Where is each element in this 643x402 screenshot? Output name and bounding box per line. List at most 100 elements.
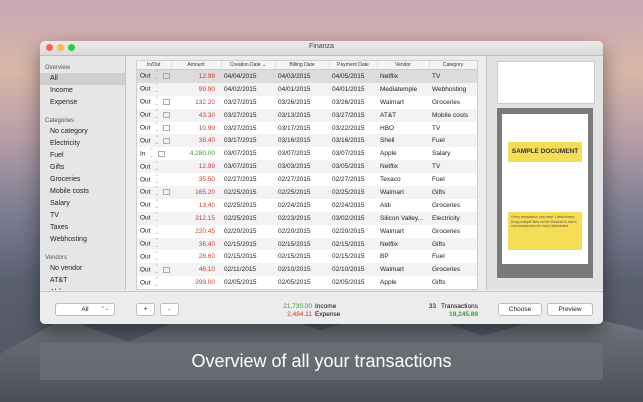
choose-button[interactable]: Choose xyxy=(498,303,542,316)
cell-amount[interactable]: 13.40 xyxy=(171,199,221,212)
cell-payment[interactable]: 02/15/2015 xyxy=(329,237,377,251)
cell-billing[interactable]: 02/27/2015 xyxy=(275,173,329,186)
direction-stepper-icon[interactable]: ⌃ ⌄ xyxy=(154,84,158,94)
cell-vendor[interactable]: Netflix xyxy=(377,237,429,251)
cell-vendor[interactable]: Silicon Valley... xyxy=(377,211,429,225)
cell-category[interactable]: Fuel xyxy=(429,134,477,148)
cell-billing[interactable]: 03/16/2015 xyxy=(275,134,329,148)
cell-amount[interactable]: 220.45 xyxy=(171,225,221,238)
cell-amount[interactable]: 4,280.00 xyxy=(171,147,221,160)
cell-amount[interactable]: 399.00 xyxy=(171,276,221,289)
direction-stepper-icon[interactable]: ⌃ ⌄ xyxy=(154,161,158,172)
cell-vendor[interactable]: HBO xyxy=(377,122,429,135)
direction-stepper-icon[interactable]: ⌃ ⌄ xyxy=(154,264,158,275)
cell-billing[interactable]: 02/20/2015 xyxy=(275,225,329,238)
cell-direction[interactable]: Out ⌃ ⌄ xyxy=(137,250,171,263)
cell-vendor[interactable]: Texaco xyxy=(377,173,429,186)
cell-billing[interactable]: 03/17/2015 xyxy=(275,122,329,135)
sidebar-item-at-t[interactable]: AT&T xyxy=(40,275,125,287)
table-row[interactable]: Out ⌃ ⌄ 399.00 02/05/2015 02/05/2015 02/05/201… xyxy=(137,276,477,289)
cell-created[interactable]: 04/04/2015 xyxy=(221,69,275,83)
add-transaction-button[interactable]: + xyxy=(136,303,155,316)
column-header-amount[interactable]: Amount xyxy=(171,61,222,70)
cell-amount[interactable]: 28.60 xyxy=(171,250,221,263)
cell-amount[interactable]: 99.90 xyxy=(171,82,221,96)
cell-direction[interactable]: Out ⌃ ⌄ xyxy=(137,237,171,251)
column-header-vendor[interactable]: Vendor xyxy=(377,61,430,70)
cell-category[interactable]: Fuel xyxy=(429,250,477,263)
cell-created[interactable]: 02/27/2015 xyxy=(221,173,275,186)
direction-stepper-icon[interactable]: ⌃ ⌄ xyxy=(154,226,158,236)
cell-billing[interactable]: 02/25/2015 xyxy=(275,186,329,199)
table-row[interactable]: Out ⌃ ⌄ 312.15 02/25/2015 02/23/2015 03/02/201… xyxy=(137,211,477,225)
direction-stepper-icon[interactable]: ⌃ ⌄ xyxy=(154,135,158,146)
cell-vendor[interactable]: Walmart xyxy=(377,263,429,277)
cell-created[interactable]: 03/07/2015 xyxy=(221,160,275,174)
cell-direction[interactable]: Out ⌃ ⌄ xyxy=(137,225,171,238)
table-row[interactable]: Out ⌃ ⌄ 38.40 03/17/2015 03/16/2015 03/16/2015… xyxy=(137,134,477,148)
cell-direction[interactable]: Out ⌃ ⌄ xyxy=(137,160,171,174)
cell-direction[interactable]: Out ⌃ ⌄ xyxy=(137,134,171,148)
cell-payment[interactable]: 03/16/2015 xyxy=(329,134,377,148)
cell-payment[interactable]: 03/26/2015 xyxy=(329,96,377,109)
direction-stepper-icon[interactable]: ⌃ ⌄ xyxy=(154,71,158,81)
cell-billing[interactable]: 02/23/2015 xyxy=(275,211,329,225)
cell-category[interactable]: Groceries xyxy=(429,199,477,212)
cell-created[interactable]: 02/25/2015 xyxy=(221,199,275,212)
cell-created[interactable]: 02/11/2015 xyxy=(221,263,275,277)
cell-direction[interactable]: Out ⌃ ⌄ xyxy=(137,199,171,212)
sidebar-item-no-vendor[interactable]: No vendor xyxy=(40,263,125,275)
cell-created[interactable]: 03/27/2015 xyxy=(221,122,275,135)
direction-stepper-icon[interactable]: ⌃ ⌄ xyxy=(154,187,158,197)
direction-stepper-icon[interactable]: ⌃ ⌄ xyxy=(154,174,158,185)
cell-vendor[interactable]: Netflix xyxy=(377,160,429,174)
sidebar-item-electricity[interactable]: Electricity xyxy=(40,138,125,150)
cell-payment[interactable]: 04/05/2015 xyxy=(329,69,377,83)
cell-category[interactable]: Groceries xyxy=(429,263,477,277)
direction-stepper-icon[interactable]: ⌃ ⌄ xyxy=(154,110,158,120)
sidebar-item-gifts[interactable]: Gifts xyxy=(40,162,125,174)
sidebar-item-all[interactable]: All xyxy=(40,73,125,85)
cell-amount[interactable]: 46.10 xyxy=(171,263,221,277)
cell-billing[interactable]: 02/24/2015 xyxy=(275,199,329,212)
cell-billing[interactable]: 02/15/2015 xyxy=(275,250,329,263)
cell-category[interactable]: Mobile costs xyxy=(429,108,477,122)
remove-transaction-button[interactable]: - xyxy=(160,303,179,316)
cell-category[interactable]: Groceries xyxy=(429,96,477,109)
cell-payment[interactable]: 04/01/2015 xyxy=(329,82,377,96)
sidebar-item-mobile-costs[interactable]: Mobile costs xyxy=(40,186,125,198)
cell-vendor[interactable]: Walmart xyxy=(377,186,429,199)
cell-vendor[interactable]: Shell xyxy=(377,134,429,148)
cell-direction[interactable]: Out ⌃ ⌄ xyxy=(137,173,171,186)
cell-payment[interactable]: 03/02/2015 xyxy=(329,211,377,225)
cell-vendor[interactable]: BP xyxy=(377,250,429,263)
column-header-in-out[interactable]: In/Out xyxy=(137,61,172,70)
sidebar-item-aldi[interactable]: Aldi xyxy=(40,287,125,290)
cell-payment[interactable]: 02/05/2015 xyxy=(329,276,377,289)
cell-payment[interactable]: 02/10/2015 xyxy=(329,263,377,277)
cell-payment[interactable]: 02/25/2015 xyxy=(329,186,377,199)
cell-amount[interactable]: 10.99 xyxy=(171,122,221,135)
preview-button[interactable]: Preview xyxy=(547,303,593,316)
cell-direction[interactable]: Out ⌃ ⌄ xyxy=(137,276,171,289)
cell-direction[interactable]: Out ⌃ ⌄ xyxy=(137,186,171,199)
table-row[interactable]: Out ⌃ ⌄ 28.60 02/15/2015 02/15/2015 02/15/2015… xyxy=(137,250,477,263)
cell-direction[interactable]: In ⌃ ⌄ xyxy=(137,147,171,160)
sidebar-item-tv[interactable]: TV xyxy=(40,210,125,222)
table-row[interactable]: Out ⌃ ⌄ 220.45 02/20/2015 02/20/2015 02/20/201… xyxy=(137,225,477,238)
cell-category[interactable]: Webhosting xyxy=(429,82,477,96)
cell-billing[interactable]: 04/01/2015 xyxy=(275,82,329,96)
cell-created[interactable]: 02/15/2015 xyxy=(221,250,275,263)
table-row[interactable]: Out ⌃ ⌄ 132.20 03/27/2015 03/26/2015 03/26/201… xyxy=(137,96,477,109)
table-row[interactable]: Out ⌃ ⌄ 35.50 02/27/2015 02/27/2015 02/27/2015… xyxy=(137,173,477,186)
cell-payment[interactable]: 02/15/2015 xyxy=(329,250,377,263)
table-row[interactable]: Out ⌃ ⌄ 13.40 02/25/2015 02/24/2015 02/24/2015… xyxy=(137,199,477,212)
cell-direction[interactable]: Out ⌃ ⌄ xyxy=(137,122,171,135)
cell-created[interactable]: 02/20/2015 xyxy=(221,225,275,238)
cell-category[interactable]: Gifts xyxy=(429,276,477,289)
cell-created[interactable]: 02/05/2015 xyxy=(221,276,275,289)
cell-payment[interactable]: 02/20/2015 xyxy=(329,225,377,238)
table-row[interactable]: In ⌃ ⌄ 4,280.00 03/07/2015 03/07/2015 03/07/20… xyxy=(137,147,477,160)
cell-direction[interactable]: Out ⌃ ⌄ xyxy=(137,96,171,109)
column-header-category[interactable]: Category xyxy=(429,61,477,70)
